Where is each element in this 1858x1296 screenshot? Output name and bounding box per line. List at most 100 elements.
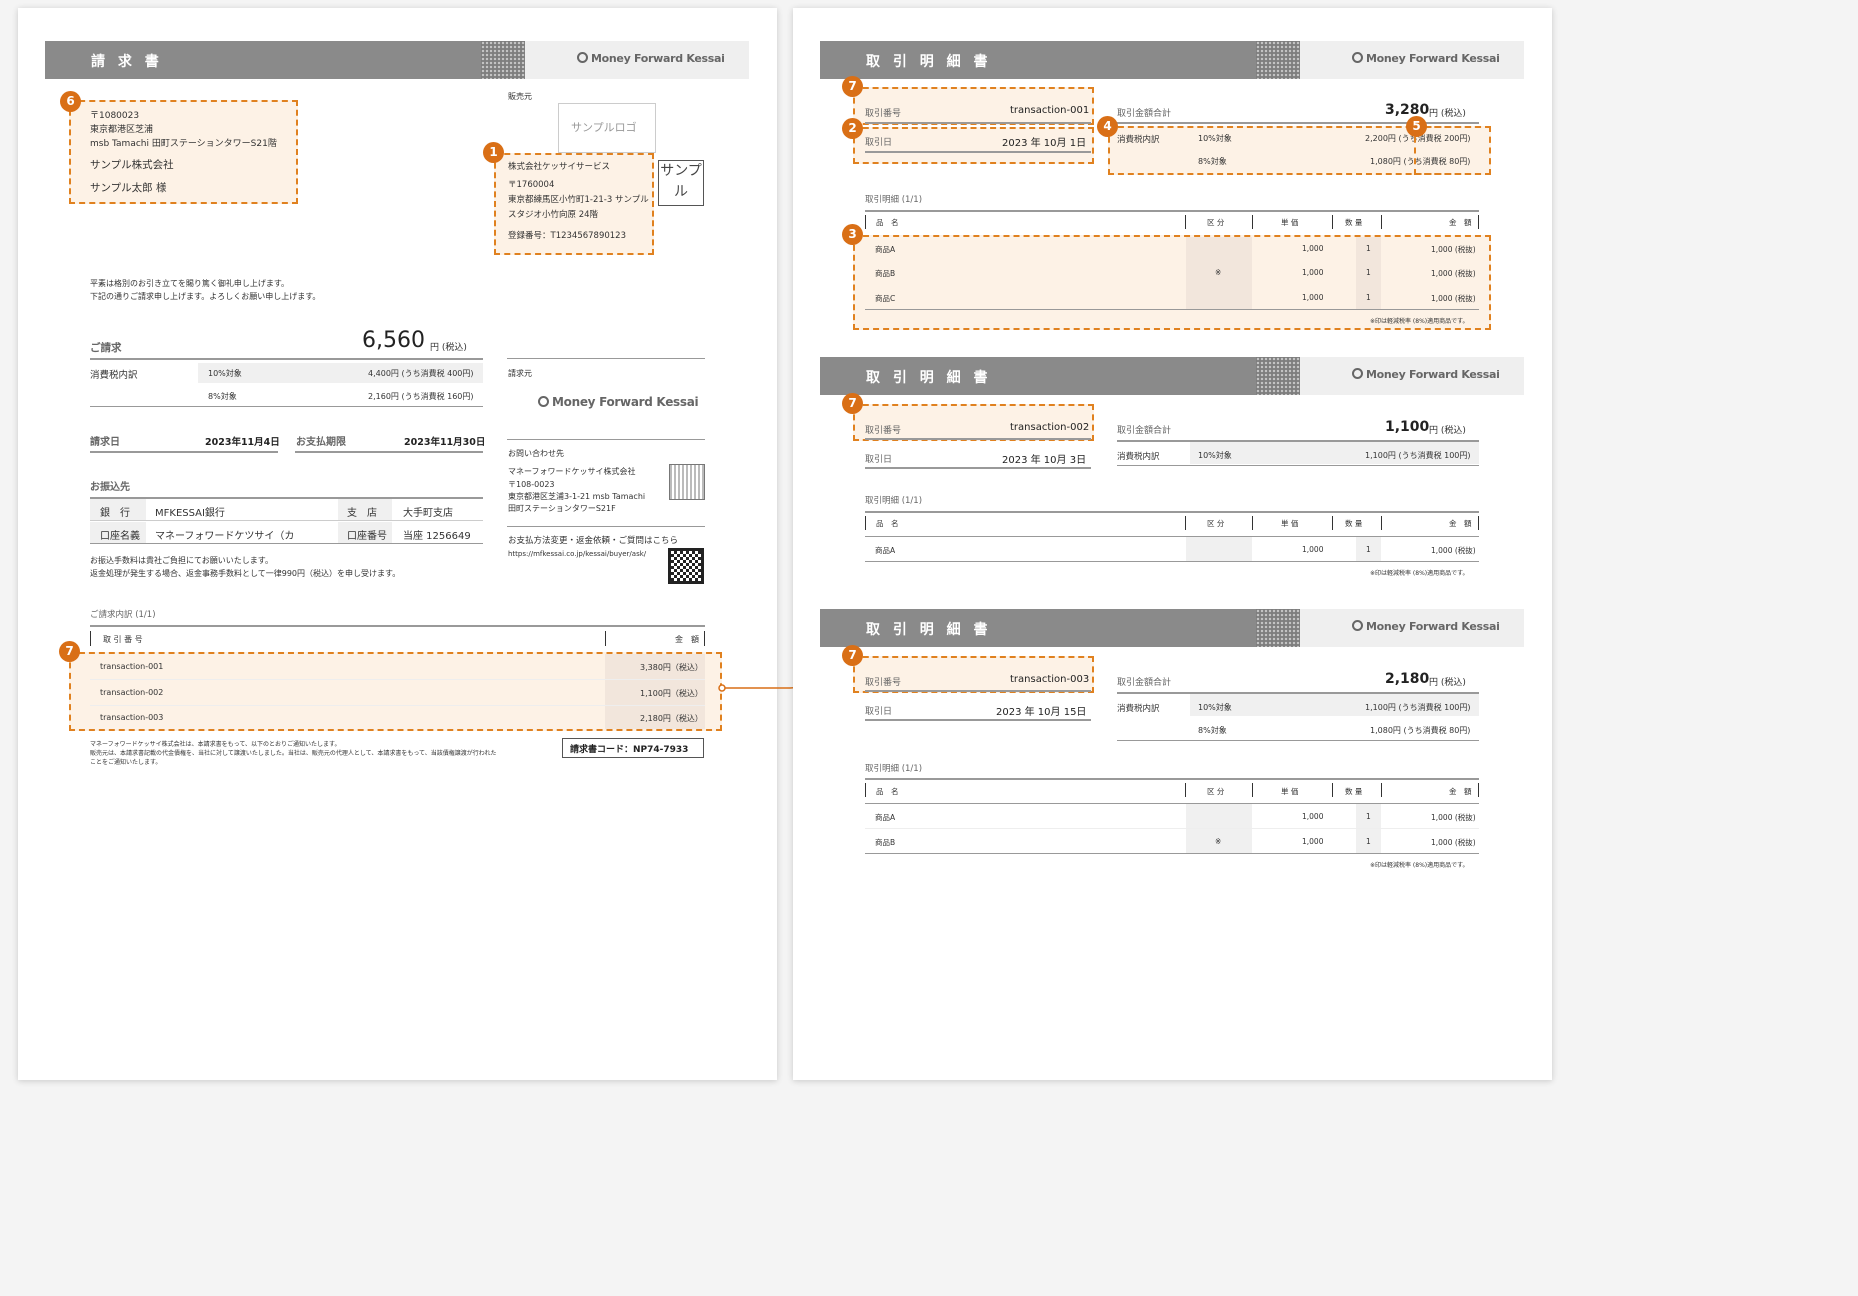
statement-1-tax-1-rate: 10%対象 <box>1198 134 1232 143</box>
statement-3-date-label: 取引日 <box>865 707 893 717</box>
statement-3-date: 2023 年 10月 15日 <box>996 707 1087 718</box>
head-bar <box>1381 516 1382 530</box>
item-amount: 1,000 (税抜) <box>1431 838 1476 847</box>
statement-3-tax-rule <box>1117 740 1479 741</box>
head-bar <box>1185 783 1186 797</box>
item-amount: 1,000 (税抜) <box>1431 813 1476 822</box>
statement-3-header: 取 引 明 細 書 Money Forward Kessai <box>820 609 1524 647</box>
head-category: 区 分 <box>1207 519 1225 528</box>
head-name: 品 名 <box>876 218 899 227</box>
head-bar <box>865 215 866 229</box>
head-qty: 数 量 <box>1345 218 1363 227</box>
head-bar <box>865 783 866 797</box>
statement-1-detail-title: 取引明細 (1/1) <box>865 195 923 205</box>
head-name: 品 名 <box>876 787 899 796</box>
head-bar <box>1332 783 1333 797</box>
statement-3-id: transaction-003 <box>1010 674 1090 685</box>
statement-1-table-bottom <box>865 309 1479 310</box>
head-amount: 金 額 <box>1449 787 1472 796</box>
statement-1-tax-2-rate: 8%対象 <box>1198 157 1227 166</box>
statement-3-tax-1-value: 1,100円 (うち消費税 100円) <box>1365 703 1471 712</box>
head-category: 区 分 <box>1207 787 1225 796</box>
head-bar <box>1185 215 1186 229</box>
item-amount: 1,000 (税抜) <box>1431 269 1476 278</box>
statement-3-tax-2-value: 1,080円 (うち消費税 80円) <box>1370 726 1471 735</box>
head-bar <box>1252 215 1253 229</box>
head-bar <box>1332 516 1333 530</box>
head-qty: 数 量 <box>1345 787 1363 796</box>
statement-2-id: transaction-002 <box>1010 422 1090 433</box>
badge-3: 3 <box>842 224 863 245</box>
item-qty: 1 <box>1366 293 1371 302</box>
header-logo-area: Money Forward Kessai <box>1300 41 1524 79</box>
head-bar <box>1185 516 1186 530</box>
item-price: 1,000 <box>1302 812 1324 821</box>
statement-3-tax-label: 消費税内訳 <box>1117 704 1160 714</box>
brand-text: Money Forward Kessai <box>1366 620 1500 633</box>
head-name: 品 名 <box>876 519 899 528</box>
statement-2-cat-col-bg <box>1186 537 1252 561</box>
statement-3-total: 2,180 <box>1385 671 1430 687</box>
item-qty: 1 <box>1366 812 1371 821</box>
head-bar <box>1252 783 1253 797</box>
item-category: ※ <box>1215 837 1222 846</box>
head-bar <box>1381 783 1382 797</box>
statement-2-title: 取 引 明 細 書 <box>866 370 992 386</box>
statement-3-row-sep <box>865 828 1479 829</box>
statement-3-note: ※印は軽減税率 (8%)適用商品です。 <box>1370 862 1469 869</box>
brand-mark-icon <box>1352 620 1363 631</box>
brand-text: Money Forward Kessai <box>1366 52 1500 65</box>
statement-3-title: 取 引 明 細 書 <box>866 622 992 638</box>
item-price: 1,000 <box>1302 268 1324 277</box>
statement-2-tax-1-rate: 10%対象 <box>1198 451 1232 460</box>
head-bar <box>1478 783 1479 797</box>
statement-2-table-rule <box>865 511 1479 513</box>
statement-2-id-label: 取引番号 <box>865 426 902 436</box>
statement-3-date-rule <box>865 719 1091 721</box>
statement-1-id-rule <box>865 122 1091 124</box>
item-name: 商品B <box>875 838 896 847</box>
head-price: 単 価 <box>1281 787 1299 796</box>
statement-3-tax-2-rate: 8%対象 <box>1198 726 1227 735</box>
statement-1-unit: 円 (税込) <box>1429 109 1466 119</box>
header-logo-area: Money Forward Kessai <box>1300 609 1524 647</box>
connector-dot <box>718 684 726 692</box>
head-bar <box>1478 215 1479 229</box>
statement-2-head-rule <box>865 536 1479 537</box>
head-bar <box>1252 516 1253 530</box>
header-dots <box>1256 357 1300 395</box>
statement-1-total: 3,280 <box>1385 102 1430 118</box>
statement-2-total: 1,100 <box>1385 419 1430 435</box>
statement-2-note: ※印は軽減税率 (8%)適用商品です。 <box>1370 570 1469 577</box>
header-logo-area: Money Forward Kessai <box>1300 357 1524 395</box>
statement-2-total-label: 取引金額合計 <box>1117 426 1172 436</box>
item-name: 商品A <box>875 245 896 254</box>
item-name: 商品A <box>875 546 896 555</box>
statement-3-total-label: 取引金額合計 <box>1117 678 1172 688</box>
statement-2-header: 取 引 明 細 書 Money Forward Kessai <box>820 357 1524 395</box>
brand-mark-icon <box>1352 52 1363 63</box>
head-category: 区 分 <box>1207 218 1225 227</box>
statement-1-table-rule <box>865 210 1479 212</box>
statement-1-id: transaction-001 <box>1010 105 1090 116</box>
brand-logo: Money Forward Kessai <box>1352 368 1500 381</box>
item-name: 商品B <box>875 269 896 278</box>
statement-1-date: 2023 年 10月 1日 <box>1002 138 1087 149</box>
statement-1-note: ※印は軽減税率 (8%)適用商品です。 <box>1370 318 1469 325</box>
statement-1-total-label: 取引金額合計 <box>1117 109 1172 119</box>
statement-2-table-bottom <box>865 561 1479 562</box>
statement-2-date-rule <box>865 467 1091 469</box>
statement-2-unit: 円 (税込) <box>1429 426 1466 436</box>
statement-3-table-rule <box>865 778 1479 780</box>
brand-text: Money Forward Kessai <box>1366 368 1500 381</box>
statement-2-tax-rule <box>1117 465 1479 466</box>
head-bar <box>1381 215 1382 229</box>
head-bar <box>1478 516 1479 530</box>
item-amount: 1,000 (税抜) <box>1431 546 1476 555</box>
statement-3-detail-title: 取引明細 (1/1) <box>865 764 923 774</box>
badge-7-s3: 7 <box>842 645 863 666</box>
head-amount: 金 額 <box>1449 218 1472 227</box>
brand-mark-icon <box>1352 368 1363 379</box>
item-price: 1,000 <box>1302 837 1324 846</box>
statement-2-id-rule <box>865 438 1091 440</box>
